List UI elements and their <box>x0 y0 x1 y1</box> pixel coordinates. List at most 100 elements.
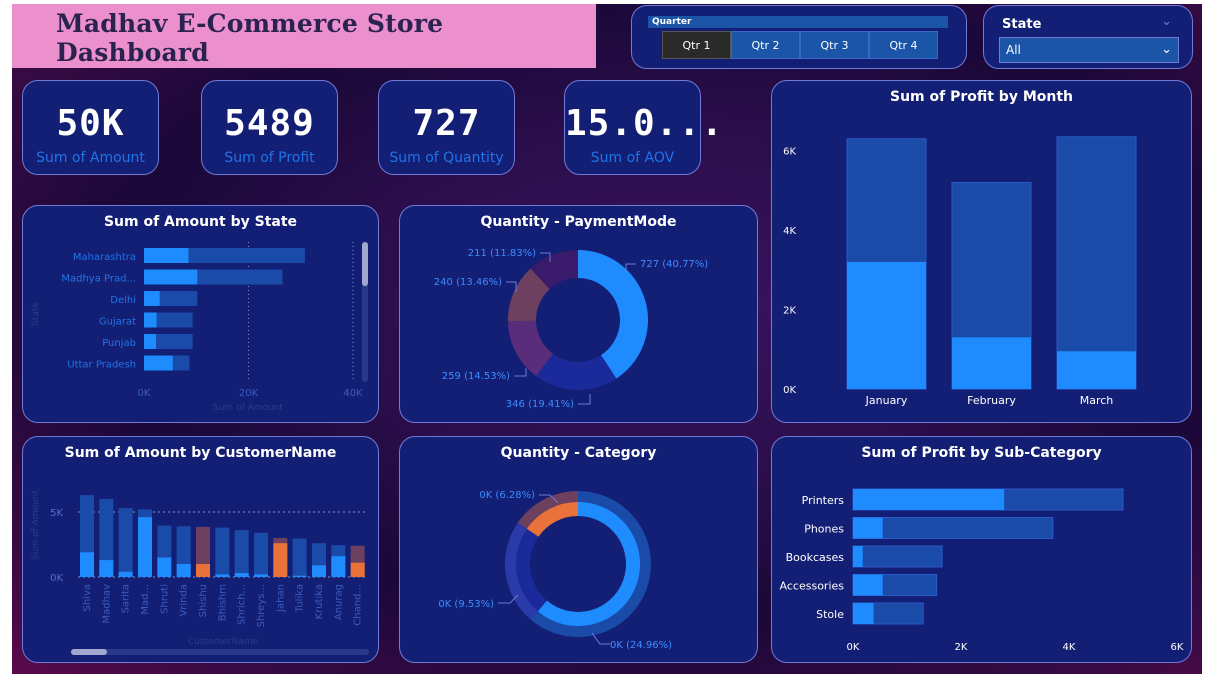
bar-highlight <box>157 557 172 577</box>
kpi-card-aov: 15.0... Sum of AOV <box>564 80 723 175</box>
quarter-slicer-title: Quarter <box>648 16 948 28</box>
bar-highlight <box>312 565 326 577</box>
scrollbar-thumb <box>71 649 107 655</box>
quarter-slicer: Quarter Qtr 1 Qtr 2 Qtr 3 Qtr 4 <box>631 5 967 69</box>
bar-highlight <box>853 574 883 596</box>
state-slicer-label: State <box>1002 17 1042 32</box>
profit-by-month-plot: 0K 2K 4K 6K January February March <box>783 136 1137 407</box>
quarter-button-qtr-4[interactable]: Qtr 4 <box>869 31 938 59</box>
x-tick-label: Krutika <box>314 584 325 619</box>
x-axis-title: Sum of Amount <box>213 403 283 413</box>
x-tick-label: Vrinda <box>179 584 190 617</box>
bar-highlight <box>144 334 157 349</box>
x-tick-label: Madhav <box>101 584 112 624</box>
kpi-value: 727 <box>412 103 481 144</box>
profit-by-subcategory-plot: 0K 2K 4K 6K Printers Phones Bookcases Accessori… <box>780 488 1184 653</box>
amount-by-state-plot: 0K 20K 40K Maharashtra Madhya Prad... Delhi Gu… <box>31 242 368 413</box>
y-tick-label: 5K <box>50 508 63 519</box>
x-tick-label: Bhishm <box>217 584 228 621</box>
y-tick-label: Delhi <box>110 295 136 306</box>
quantity-paymentmode-plot: 727 (40.77%) 346 (19.41%) 259 (14.53%) 240 … <box>434 248 709 410</box>
y-tick-label: Gujarat <box>99 317 136 328</box>
x-tick-label: February <box>967 394 1016 407</box>
bar-total <box>852 545 943 568</box>
x-tick-label: 0K <box>138 388 151 399</box>
bar-highlight <box>254 574 268 577</box>
data-label: 727 (40.77%) <box>640 259 708 270</box>
x-tick-label: January <box>865 394 908 407</box>
x-tick-label: 20K <box>239 388 259 399</box>
bar-highlight <box>1057 351 1136 389</box>
x-tick-label: Anurag <box>333 584 344 620</box>
y-tick-label: Bookcases <box>786 551 845 564</box>
chevron-down-icon: ⌄ <box>1161 42 1172 57</box>
kpi-card-amount: 50K Sum of Amount <box>22 80 159 175</box>
bar-highlight <box>144 355 173 371</box>
amount-by-customer-plot: 0K 5K Shiva Madhav Sarita Mad... Shruti Vrinda S… <box>31 490 369 655</box>
collapse-chevron-icon[interactable]: ⌄ <box>1161 14 1172 29</box>
bar-highlight <box>234 573 249 577</box>
kpi-value: 50K <box>56 103 125 144</box>
bar-highlight <box>853 546 863 567</box>
bar-highlight <box>273 543 288 577</box>
y-tick-label: 0K <box>783 385 796 396</box>
quarter-button-qtr-1[interactable]: Qtr 1 <box>662 31 731 59</box>
bar-total <box>215 527 230 577</box>
quarter-button-qtr-2[interactable]: Qtr 2 <box>731 31 800 59</box>
dashboard-canvas: Madhav E-Commerce Store Dashboard Quarte… <box>12 4 1202 674</box>
x-tick-label: Chand... <box>353 584 364 626</box>
scrollbar-thumb <box>362 242 368 286</box>
kpi-label: Sum of AOV <box>590 150 675 166</box>
data-label: 240 (13.46%) <box>434 277 502 288</box>
bar-highlight <box>853 603 874 624</box>
x-tick-label: Mad... <box>140 584 151 615</box>
state-dropdown[interactable]: All ⌄ <box>999 37 1179 63</box>
bar-highlight <box>118 571 133 577</box>
x-tick-label: 2K <box>955 642 968 653</box>
bar-total <box>292 538 307 577</box>
x-tick-label: Shiva <box>82 584 93 612</box>
bar-total <box>234 530 249 577</box>
bar-highlight <box>144 269 198 285</box>
chart-quantity-category: Quantity - Category 0K (24.96%) 0K (9.53%… <box>399 436 758 663</box>
y-tick-label: Maharashtra <box>73 252 136 263</box>
x-tick-label: Sarita <box>121 584 132 613</box>
chart-profit-by-subcategory: Sum of Profit by Sub-Category 0K 2K 4K 6K Pr… <box>771 436 1192 663</box>
leader-line <box>506 281 517 292</box>
kpi-card-quantity: 727 Sum of Quantity <box>378 80 515 175</box>
bar-highlight <box>853 489 1005 510</box>
bar-highlight <box>215 574 230 577</box>
donut-slice <box>578 250 648 379</box>
chart-quantity-paymentmode: Quantity - PaymentMode 727 (40.77%) 346 (… <box>399 205 758 423</box>
x-tick-label: Shruti <box>159 584 170 614</box>
x-tick-label: Tulika <box>295 584 306 613</box>
bar-highlight <box>144 291 160 306</box>
y-tick-label: Punjab <box>102 338 136 349</box>
y-tick-label: 0K <box>50 573 63 584</box>
y-axis-title: State <box>31 302 41 326</box>
bar-total <box>852 517 1054 539</box>
kpi-label: Sum of Amount <box>36 150 145 166</box>
bar-total <box>1056 136 1137 390</box>
y-axis-title: Sum of Amount <box>31 490 41 560</box>
y-tick-label: Madhya Prad... <box>61 274 136 285</box>
quarter-button-qtr-3[interactable]: Qtr 3 <box>800 31 869 59</box>
chart-amount-by-state: Sum of Amount by State 0K 20K 40K Maharasht… <box>22 205 379 423</box>
bar-highlight <box>292 575 307 577</box>
y-tick-label: 6K <box>783 147 796 158</box>
x-axis-title: CustomerName <box>188 637 259 647</box>
bar-highlight <box>144 312 157 328</box>
data-label: 0K (24.96%) <box>610 640 672 651</box>
kpi-label: Sum of Quantity <box>389 150 504 166</box>
state-dropdown-value: All <box>1006 43 1021 57</box>
quantity-category-plot: 0K (24.96%) 0K (9.53%) 0K (6.28%) <box>438 490 672 651</box>
x-tick-label: March <box>1080 394 1114 407</box>
x-tick-label: Shrich... <box>237 584 248 625</box>
x-tick-label: 6K <box>1171 642 1184 653</box>
bar-highlight <box>138 517 152 577</box>
chart-amount-by-customer: Sum of Amount by CustomerName 0K 5K Shiva M… <box>22 436 379 663</box>
bar-highlight <box>350 562 365 577</box>
leader-line <box>514 368 527 377</box>
bar-highlight <box>331 556 346 577</box>
kpi-label: Sum of Profit <box>224 150 315 166</box>
